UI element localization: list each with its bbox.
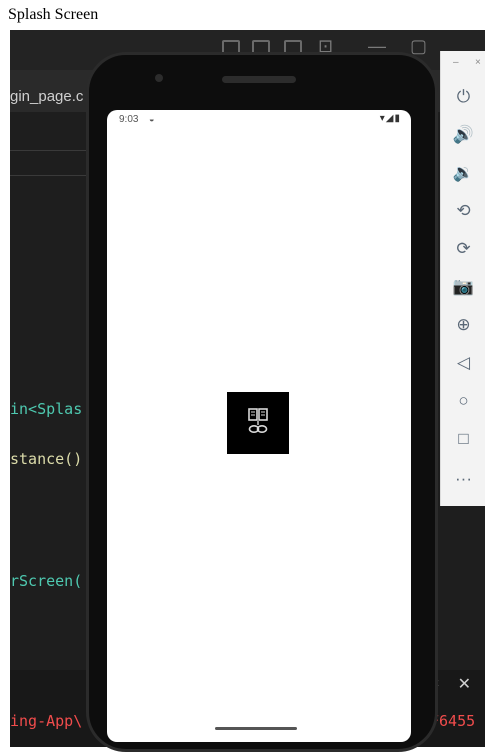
editor-tab-label[interactable]: gin_page.c	[10, 88, 83, 105]
home-icon[interactable]: ○	[441, 391, 485, 411]
volume-up-icon[interactable]: 🔊	[441, 125, 485, 145]
power-icon[interactable]: ⏻	[441, 87, 485, 107]
terminal-error-text: ing-App\	[10, 712, 83, 730]
divider	[10, 175, 90, 176]
status-bar: 9:03 ◒ ▾◢▮	[107, 110, 411, 130]
figure-caption: Splash Screen	[8, 6, 99, 23]
status-time: 9:03	[119, 114, 139, 125]
signal-battery-icons: ▾◢▮	[379, 113, 401, 124]
rotate-right-icon[interactable]: ⟳	[441, 239, 485, 259]
zoom-icon[interactable]: ⊕	[441, 315, 485, 335]
overview-icon[interactable]: □	[441, 429, 485, 449]
code-line[interactable]: rScreen(	[10, 572, 82, 590]
divider	[10, 150, 90, 151]
close-icon[interactable]: ✕	[458, 674, 471, 694]
rotate-left-icon[interactable]: ⟲	[441, 201, 485, 221]
code-line[interactable]: in<Splas	[10, 400, 82, 418]
back-icon[interactable]: ◁	[441, 353, 485, 373]
code-line[interactable]: stance()	[10, 450, 82, 468]
minimize-icon[interactable]: –	[453, 57, 459, 68]
camera-icon[interactable]: 📷	[441, 277, 485, 297]
volume-down-icon[interactable]: 🔉	[441, 163, 485, 183]
gesture-home-bar[interactable]	[215, 727, 297, 730]
close-icon[interactable]: ×	[475, 57, 481, 68]
earpiece-speaker	[222, 76, 296, 83]
more-icon[interactable]: ···	[441, 469, 485, 489]
app-logo	[227, 392, 289, 454]
front-camera	[155, 74, 163, 82]
book-infinity-icon	[248, 408, 268, 433]
phone-screen[interactable]: 9:03 ◒ ▾◢▮	[107, 110, 411, 742]
notification-icon: ◒	[149, 114, 155, 124]
emulator-toolbar: – × ⏻ 🔊 🔉 ⟲ ⟳ 📷 ⊕ ◁ ○ □ ···	[440, 51, 485, 506]
